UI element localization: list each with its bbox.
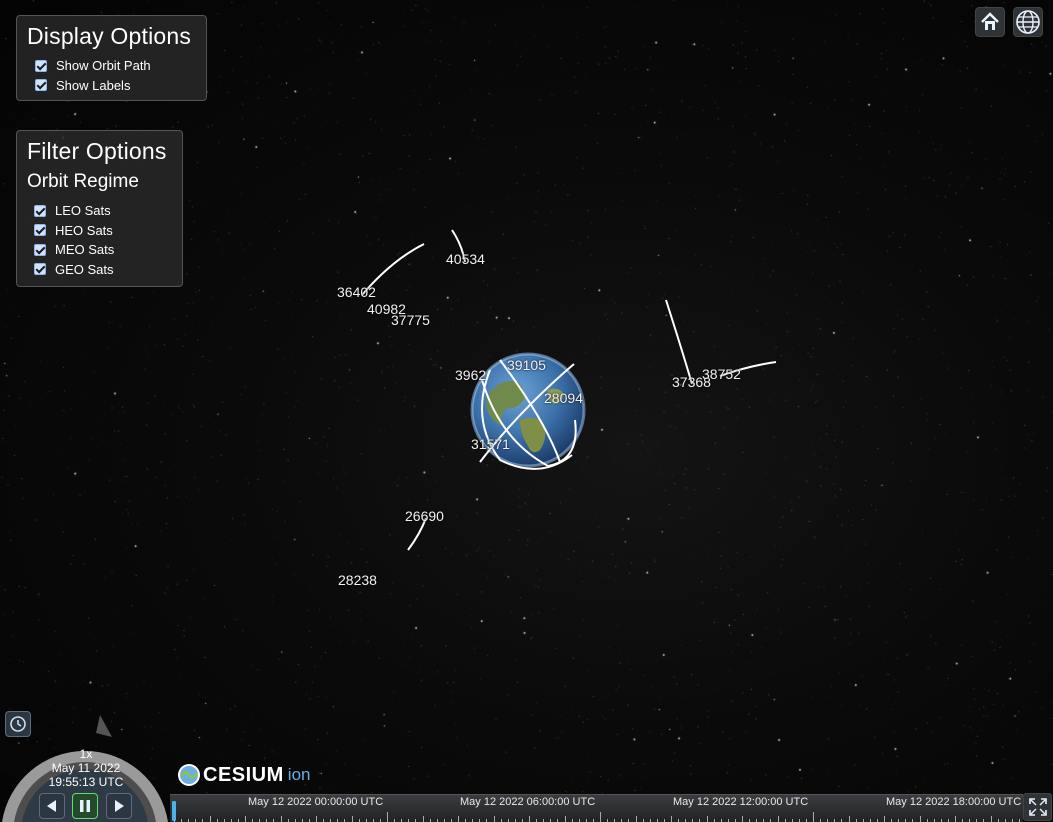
ion-logo-text: ion [287,765,311,784]
satellite-label[interactable]: 39105 [507,357,546,373]
timeline-tick [919,816,921,822]
filter-options-title: Filter Options [27,138,167,164]
option-label: Show Labels [56,77,131,93]
heo-sats-option[interactable]: HEO Sats [34,221,172,241]
satellite-label[interactable]: 26690 [405,508,444,524]
timeline-tick [884,816,885,822]
timeline-tick [280,816,282,822]
reverse-icon [47,800,56,812]
satellite-label[interactable]: 37775 [391,312,430,328]
display-options-title: Display Options [27,23,192,49]
option-label: MEO Sats [55,242,115,258]
speed-needle-icon [96,715,112,737]
play-forward-button[interactable] [106,793,132,819]
satellite-label[interactable]: 3962 [455,367,486,383]
timeline-tick [564,816,566,822]
play-icon [115,800,124,812]
timeline-tick [813,812,814,822]
timeline-tick [387,812,388,822]
timeline-label: May 12 2022 18:00:00 UTC [886,796,1022,808]
fullscreen-icon [1028,798,1047,816]
option-label: HEO Sats [55,222,113,238]
pause-button[interactable] [72,793,98,819]
timeline-needle[interactable] [172,801,176,821]
globe-icon [1016,10,1040,34]
filter-options-panel: Filter Options Orbit Regime LEO Sats HEO… [16,130,183,287]
timeline-tick [777,816,779,822]
leo-sats-option[interactable]: LEO Sats [34,201,172,221]
cesium-logo-icon [178,764,200,786]
cesium-ion-logo[interactable]: CESIUM ion [177,763,310,787]
satellite-label[interactable]: 28094 [544,390,583,406]
home-icon [981,12,999,30]
cesium-viewer[interactable]: 40534 36402 40982 37775 3962 39105 28094… [0,0,1053,822]
timeline-tick [671,816,672,822]
speed-multiplier: 1x [79,747,93,761]
timeline-label: May 12 2022 06:00:00 UTC [460,796,596,808]
timeline-tick [990,816,992,822]
timeline-tick [848,816,850,822]
play-reverse-button[interactable] [39,793,65,819]
scene-mode-button[interactable] [1013,7,1043,37]
geo-sats-checkbox[interactable] [34,263,46,276]
geo-sats-option[interactable]: GEO Sats [34,260,172,280]
orbit-regime-heading: Orbit Regime [27,171,139,192]
satellite-label[interactable]: 40534 [446,251,485,267]
meo-sats-option[interactable]: MEO Sats [34,240,172,260]
timeline-tick [635,816,637,822]
cesium-logo-text: CESIUM [203,763,284,786]
timeline-label: May 12 2022 12:00:00 UTC [673,796,809,808]
leo-sats-checkbox[interactable] [34,204,46,217]
show-orbit-path-option[interactable]: Show Orbit Path [35,56,196,76]
show-orbit-path-checkbox[interactable] [35,59,47,72]
timeline-tick [209,816,211,822]
timeline-tick [458,816,459,822]
satellite-label[interactable]: 36402 [337,284,376,300]
timeline-tick [245,816,246,822]
timeline-tick [742,816,743,822]
timeline-tick [351,816,353,822]
heo-sats-checkbox[interactable] [34,224,46,237]
current-time: 19:55:13 UTC [48,775,124,789]
scene-3d [361,229,777,551]
home-button[interactable] [975,7,1005,37]
satellite-label[interactable]: 38752 [702,366,741,382]
timeline-bar[interactable]: May 12 2022 00:00:00 UTC May 12 2022 06:… [170,794,1023,822]
current-date: May 11 2022 [51,761,121,775]
display-options-panel: Display Options Show Orbit Path Show Lab… [16,15,207,101]
timeline-label: May 12 2022 00:00:00 UTC [248,796,384,808]
option-label: GEO Sats [55,261,114,277]
timeline-tick [706,816,708,822]
satellite-label[interactable]: 31571 [471,436,510,452]
satellite-label[interactable]: 28238 [338,572,377,588]
show-labels-checkbox[interactable] [35,79,47,92]
timeline-tick [529,816,530,822]
timeline-tick [316,816,317,822]
option-label: LEO Sats [55,203,111,219]
timeline-tick [422,816,424,822]
option-label: Show Orbit Path [56,58,151,74]
timeline-tick [955,816,956,822]
pause-icon [80,800,90,812]
show-labels-option[interactable]: Show Labels [35,76,196,96]
timeline-tick [493,816,495,822]
meo-sats-checkbox[interactable] [34,243,46,256]
fullscreen-button[interactable] [1023,793,1052,821]
animation-widget: 1x May 11 2022 19:55:13 UTC [0,707,170,822]
timeline-tick [600,812,601,822]
